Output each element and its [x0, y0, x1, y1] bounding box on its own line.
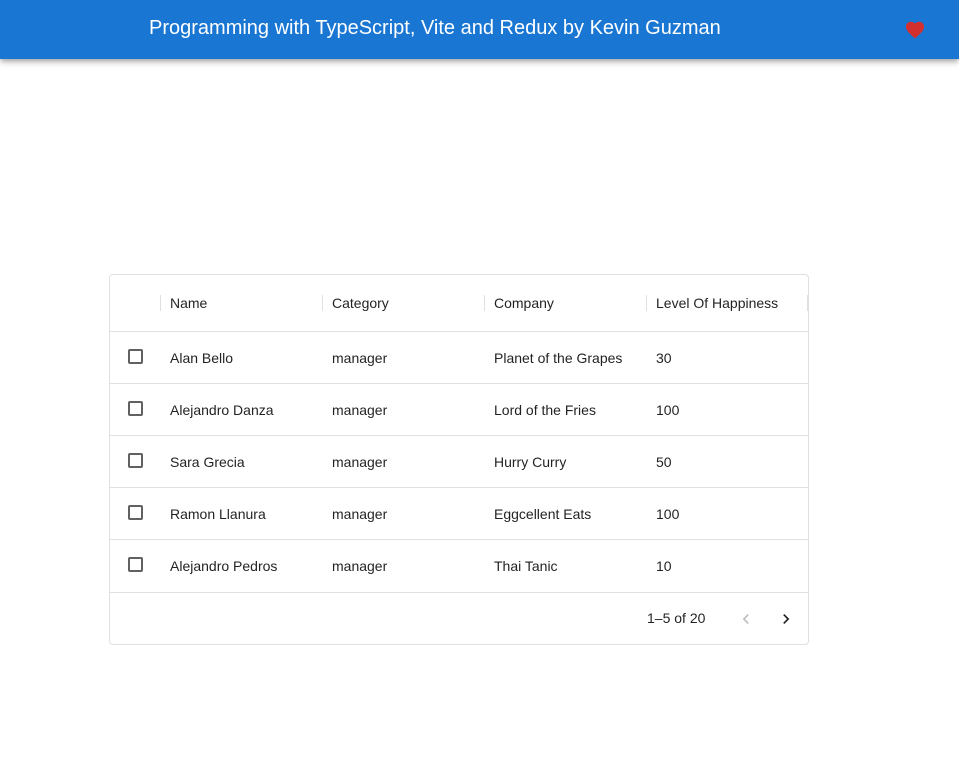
cell-category: manager: [332, 349, 388, 366]
cell-company: Thai Tanic: [494, 557, 558, 574]
cell-category: manager: [332, 557, 388, 574]
cell-name: Sara Grecia: [170, 453, 245, 470]
row-checkbox[interactable]: [128, 349, 143, 364]
next-page-button[interactable]: [769, 602, 803, 636]
table-row[interactable]: Ramon Llanura manager Eggcellent Eats 10…: [110, 488, 808, 540]
cell-company: Hurry Curry: [494, 453, 567, 470]
heart-icon: [905, 21, 925, 39]
row-checkbox[interactable]: [128, 557, 143, 572]
table-row[interactable]: Sara Grecia manager Hurry Curry 50: [110, 436, 808, 488]
table-row[interactable]: Alan Bello manager Planet of the Grapes …: [110, 332, 808, 384]
cell-name: Alejandro Danza: [170, 401, 274, 418]
cell-happiness: 30: [656, 349, 672, 366]
grid-footer: 1–5 of 20: [110, 592, 808, 644]
cell-category: manager: [332, 453, 388, 470]
column-header-happiness[interactable]: Level Of Happiness: [656, 275, 806, 331]
column-header-category[interactable]: Category: [332, 275, 482, 331]
cell-name: Alejandro Pedros: [170, 557, 278, 574]
cell-name: Ramon Llanura: [170, 505, 266, 522]
column-separator[interactable]: [322, 295, 323, 311]
people-data-grid: Name Category Company Level Of Happiness…: [109, 274, 809, 645]
cell-company: Eggcellent Eats: [494, 505, 592, 522]
cell-category: manager: [332, 401, 388, 418]
favorites-button[interactable]: [896, 10, 934, 48]
cell-happiness: 10: [656, 557, 672, 574]
column-separator[interactable]: [807, 295, 808, 311]
previous-page-button[interactable]: [729, 602, 763, 636]
app-bar: Programming with TypeScript, Vite and Re…: [0, 0, 959, 59]
column-separator[interactable]: [160, 295, 161, 311]
cell-happiness: 100: [656, 505, 680, 522]
cell-happiness: 50: [656, 453, 672, 470]
cell-company: Lord of the Fries: [494, 401, 596, 418]
chevron-left-icon: [742, 614, 749, 624]
cell-name: Alan Bello: [170, 349, 234, 366]
grid-header: Name Category Company Level Of Happiness: [110, 275, 808, 332]
cell-category: manager: [332, 505, 388, 522]
table-row[interactable]: Alejandro Danza manager Lord of the Frie…: [110, 384, 808, 436]
cell-happiness: 100: [656, 401, 680, 418]
app-title: Programming with TypeScript, Vite and Re…: [149, 17, 721, 39]
column-separator[interactable]: [646, 295, 647, 311]
table-row[interactable]: Alejandro Pedros manager Thai Tanic 10: [110, 540, 808, 592]
column-header-company[interactable]: Company: [494, 275, 644, 331]
row-checkbox[interactable]: [128, 505, 143, 520]
cell-company: Planet of the Grapes: [494, 349, 623, 366]
row-checkbox[interactable]: [128, 453, 143, 468]
column-header-name[interactable]: Name: [170, 275, 320, 331]
column-separator[interactable]: [484, 295, 485, 311]
chevron-right-icon: [783, 614, 790, 624]
pagination-label: 1–5 of 20: [647, 610, 706, 626]
row-checkbox[interactable]: [128, 401, 143, 416]
